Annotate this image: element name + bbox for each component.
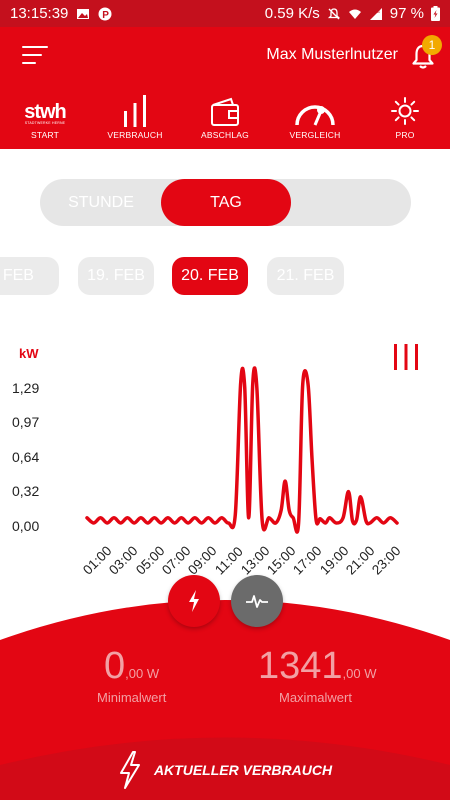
nav-item-vergleich[interactable]: VERGLEICH	[270, 89, 360, 149]
app-root: 13:15:39 P 0.59 K/s 4G 97 % Max Musterln…	[0, 0, 450, 800]
min-value: 0	[104, 645, 126, 687]
nav-item-start[interactable]: stwh STADTWERKE HERNE START	[0, 89, 90, 149]
wifi-icon	[348, 9, 361, 19]
pulse-icon	[246, 595, 268, 608]
max-label: Maximalwert	[279, 690, 352, 705]
min-stat: 0,00 W	[104, 645, 159, 688]
wallet-icon	[211, 97, 239, 126]
status-time: 13:15:39	[10, 5, 69, 22]
max-unit: ,00 W	[342, 666, 377, 681]
toggle-stunde[interactable]: STUNDE	[40, 179, 162, 226]
lightning-icon	[119, 751, 140, 789]
mute-icon	[327, 7, 340, 19]
date-chip-prev[interactable]: 19. FEB	[78, 257, 154, 295]
min-unit: ,00 W	[125, 666, 160, 681]
stwh-logo: stwh	[24, 101, 67, 123]
nav-label-abschlag: ABSCHLAG	[201, 130, 249, 140]
gauge-icon	[295, 105, 335, 126]
nav-item-pro[interactable]: PRO	[360, 89, 450, 149]
user-name[interactable]: Max Musterlnutzer	[266, 46, 398, 64]
current-consumption-button[interactable]: AKTUELLER VERBRAUCH	[0, 740, 450, 800]
toggle-tag[interactable]: TAG	[161, 179, 291, 226]
nav-label-start: START	[30, 130, 60, 140]
nav-item-abschlag[interactable]: ABSCHLAG	[180, 89, 270, 149]
consumption-line	[85, 366, 399, 534]
app-header: Max Musterlnutzer 1 stwh STADTWERKE HERN…	[0, 27, 450, 149]
date-chip-next[interactable]: 21. FEB	[267, 257, 344, 295]
battery-percent: 97 %	[389, 5, 424, 22]
period-toggle: STUNDE TAG	[40, 179, 411, 226]
nav-item-verbrauch[interactable]: VERBRAUCH	[90, 89, 180, 149]
app-p-icon: P	[98, 7, 112, 21]
stwh-logo-subtitle: STADTWERKE HERNE	[24, 121, 66, 125]
consumption-chart: kW 1,29 0,97 0,64 0,32 0,00 01:00 03:00 05…	[0, 330, 450, 580]
status-bar: 13:15:39 P 0.59 K/s 4G 97 %	[0, 0, 450, 27]
bars-icon	[124, 95, 146, 127]
image-icon	[77, 8, 90, 19]
signal-icon: 4G	[369, 7, 382, 20]
network-speed: 0.59 K/s	[264, 5, 320, 22]
svg-text:P: P	[103, 10, 110, 21]
lightning-icon	[189, 590, 199, 612]
nav-label-pro: PRO	[395, 130, 415, 140]
notification-badge: 1	[422, 35, 442, 55]
main-nav: stwh STADTWERKE HERNE START VERBRAUCH AB…	[0, 89, 450, 149]
menu-icon[interactable]	[22, 46, 49, 68]
date-chip-selected[interactable]: 20. FEB	[172, 257, 248, 295]
max-stat: 1341,00 W	[258, 645, 377, 688]
top-bar: Max Musterlnutzer 1	[0, 27, 450, 89]
date-chip-prev2[interactable]: 8. FEB	[0, 257, 59, 295]
current-consumption-label: AKTUELLER VERBRAUCH	[153, 762, 333, 778]
pulse-view-button[interactable]	[231, 575, 283, 627]
battery-icon	[431, 6, 440, 21]
power-view-button[interactable]	[168, 575, 220, 627]
nav-label-verbrauch: VERBRAUCH	[107, 130, 163, 140]
min-label: Minimalwert	[97, 690, 167, 705]
chart-plot	[85, 366, 399, 534]
max-value: 1341	[258, 645, 343, 687]
sun-icon	[391, 97, 419, 125]
network-type-label: 4G	[374, 9, 381, 14]
nav-label-vergleich: VERGLEICH	[289, 130, 341, 140]
